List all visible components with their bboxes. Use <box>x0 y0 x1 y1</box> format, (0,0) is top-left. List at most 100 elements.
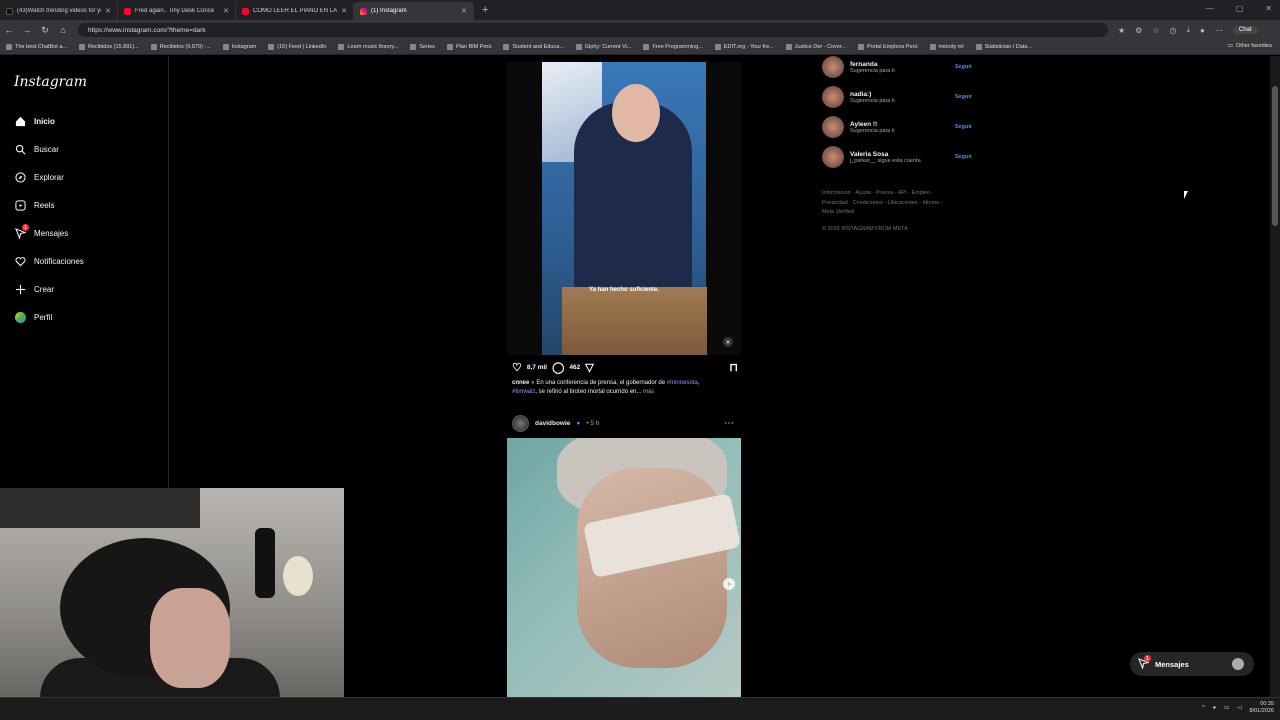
close-window-icon[interactable]: ✕ <box>1265 4 1272 13</box>
sidebar-item-perfil[interactable]: Perfil <box>14 310 52 324</box>
bookmark-item[interactable]: Statistician / Data... <box>975 44 1032 50</box>
bookmark-item[interactable]: The best ChatBot a... <box>6 44 67 50</box>
page-scrollbar[interactable] <box>1270 56 1280 697</box>
sidebar-item-crear[interactable]: Crear <box>14 282 54 296</box>
suggestion-avatar[interactable] <box>822 86 844 108</box>
chevron-up-icon[interactable]: ^ <box>1202 705 1205 711</box>
footer-links-line[interactable]: Información · Ayuda · Prensa · API · Emp… <box>822 189 962 199</box>
bookmark-item[interactable]: Recibidos (9.879) -... <box>150 44 211 50</box>
more-options-icon[interactable]: ⋯ <box>724 418 734 429</box>
close-tab-icon[interactable]: ✕ <box>341 7 347 15</box>
hashtag-link[interactable]: #timwalz <box>512 389 535 395</box>
like-icon[interactable]: ♡ <box>512 361 522 374</box>
messages-pill[interactable]: 1 Mensajes <box>1130 652 1254 676</box>
sidebar-item-label: Crear <box>34 284 55 294</box>
person-face <box>150 588 230 688</box>
bookmark-label: The best ChatBot a... <box>15 44 67 50</box>
bookmark-icon <box>338 44 345 50</box>
hashtag-link[interactable]: #minnesota <box>667 380 698 386</box>
url-field[interactable]: https://www.instagram.com/?theme=dark <box>78 23 1108 37</box>
home-icon[interactable]: ⌂ <box>54 25 72 35</box>
post-avatar[interactable] <box>512 414 529 432</box>
bookmark-icon <box>222 44 229 50</box>
scrollbar-thumb[interactable] <box>1272 86 1278 226</box>
mute-icon[interactable]: ✕ <box>723 337 733 347</box>
sidebar-item-buscar[interactable]: Buscar <box>14 142 59 156</box>
bookmark-item[interactable]: Giphy: Current Vi... <box>575 44 631 50</box>
bookmark-item[interactable]: Justice Der - Cover... <box>785 44 847 50</box>
folder-icon: ▭ <box>1227 43 1233 49</box>
network-icon[interactable]: ▭ <box>1224 705 1229 711</box>
address-toolbar: ← → ↻ ⌂ https://www.instagram.com/?theme… <box>0 20 1280 40</box>
bookmark-item[interactable]: Recibidos (15.891)... <box>78 44 139 50</box>
suggestion-name[interactable]: Valeria Sosa <box>850 151 949 158</box>
post-username[interactable]: davidbowie <box>535 420 570 427</box>
bookmark-item[interactable]: Student and Educa... <box>503 44 564 50</box>
forward-icon[interactable]: → <box>18 25 36 35</box>
sidebar-item-reels[interactable]: Reels <box>14 198 54 212</box>
bookmark-item[interactable]: melody ml <box>929 44 964 50</box>
follow-button[interactable]: Seguir <box>955 64 972 70</box>
maximize-icon[interactable]: ▢ <box>1236 4 1244 13</box>
bookmark-item[interactable]: Plan BIM Perú <box>446 44 491 50</box>
share-icon[interactable]: ▽ <box>585 361 593 374</box>
caption-user[interactable]: cnnee <box>512 380 529 386</box>
menu-icon[interactable]: ⋯ <box>1215 26 1223 35</box>
follow-button[interactable]: Seguir <box>955 154 972 160</box>
footer-links-line[interactable]: Privacidad · Condiciones · Ubicaciones ·… <box>822 199 962 209</box>
microphone-icon[interactable]: ● <box>1213 705 1216 711</box>
bookmark-item[interactable]: Portal Empleos Perú <box>858 44 918 50</box>
close-tab-icon[interactable]: ✕ <box>105 7 111 15</box>
close-tab-icon[interactable]: ✕ <box>223 7 229 15</box>
caption-text: , se refirió al tiroteo mortal ocurrido … <box>535 389 642 395</box>
bookmark-item[interactable]: EDIT.org - Your fre... <box>714 44 774 50</box>
reload-icon[interactable]: ↻ <box>36 25 54 36</box>
suggestion-avatar[interactable] <box>822 146 844 168</box>
star-icon[interactable]: ★ <box>1118 26 1125 35</box>
bookmark-item[interactable]: Learn music theory... <box>338 44 398 50</box>
favorites-icon[interactable]: ☆ <box>1152 26 1159 35</box>
youtube-icon <box>124 7 131 15</box>
sidebar-item-mensajes[interactable]: 1 Mensajes <box>14 224 68 240</box>
bookmark-label: Justice Der - Cover... <box>794 44 847 50</box>
bookmark-item[interactable]: (16) Feed | LinkedIn <box>268 44 326 50</box>
bookmark-icon[interactable]: ⊓ <box>729 361 738 374</box>
bookmark-item[interactable]: Instagram <box>222 44 256 50</box>
other-favorites[interactable]: ▭ Other favorites <box>1228 43 1272 49</box>
follow-button[interactable]: Seguir <box>955 124 972 130</box>
follow-button[interactable]: Seguir <box>955 94 972 100</box>
post-video[interactable]: Ya han hecho suficiente. ✕ <box>507 62 741 355</box>
new-tab-icon[interactable]: + <box>482 4 488 16</box>
more-link[interactable]: más <box>643 389 654 395</box>
caption-text: En una conferencia de prensa, el goberna… <box>536 380 666 386</box>
volume-icon[interactable]: ◁ <box>1237 705 1241 711</box>
suggestion-name[interactable]: nadia:) <box>850 91 949 98</box>
comment-icon[interactable]: ◯ <box>552 361 564 374</box>
footer-links-line[interactable]: Meta Verified <box>822 208 962 218</box>
suggestion-name[interactable]: Ayleen !! <box>850 121 949 128</box>
clock[interactable]: 00:35 8/01/2026 <box>1250 701 1274 715</box>
extensions-icon[interactable]: ⚙ <box>1135 26 1142 35</box>
suggestion-avatar[interactable] <box>822 116 844 138</box>
bookmark-item[interactable]: Free Programming... <box>643 44 703 50</box>
close-tab-icon[interactable]: ✕ <box>461 7 467 15</box>
browser-tab-youtube-1[interactable]: Fred again.. Tiny Desk Conce ✕ <box>118 2 236 20</box>
sidebar-item-notificaciones[interactable]: Notificaciones <box>14 254 84 268</box>
minimize-icon[interactable]: — <box>1206 4 1214 13</box>
browser-tab-youtube-2[interactable]: COMO LEER EL PIANO EN LA GUI ✕ <box>236 2 354 20</box>
post-image[interactable]: › <box>507 438 741 697</box>
bookmark-item[interactable]: Series <box>410 44 435 50</box>
suggestion-avatar[interactable] <box>822 56 844 78</box>
back-icon[interactable]: ← <box>0 25 18 35</box>
history-icon[interactable]: ◷ <box>1170 26 1177 35</box>
sidebar-item-inicio[interactable]: Inicio <box>14 114 55 128</box>
profile-icon[interactable]: ● <box>1200 26 1205 35</box>
download-icon[interactable]: ⤓ <box>1187 25 1191 35</box>
next-image-icon[interactable]: › <box>723 578 735 590</box>
browser-tab-tiktok[interactable]: (43)Watch trending videos for yo ✕ <box>0 2 118 20</box>
sidebar-item-explorar[interactable]: Explorar <box>14 170 64 184</box>
suggestion-name[interactable]: fernanda <box>850 61 949 68</box>
chat-button[interactable]: Chat <box>1232 26 1258 34</box>
browser-tab-instagram[interactable]: (1) Instagram ✕ <box>354 2 474 20</box>
instagram-logo[interactable]: Instagram <box>14 74 87 90</box>
